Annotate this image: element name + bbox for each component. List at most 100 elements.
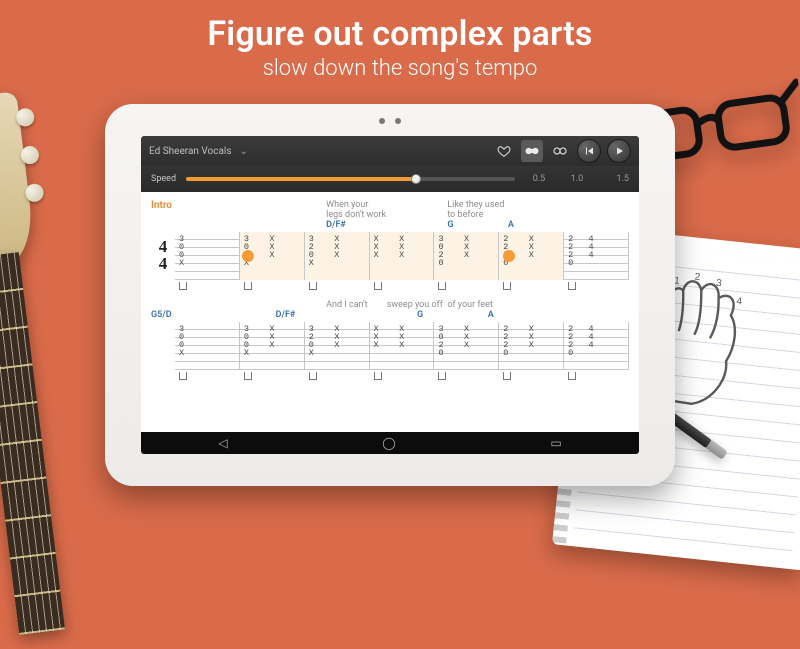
app-screen: Ed Sheeran Vocals ⌄ (141, 136, 639, 454)
chord-label (387, 220, 448, 230)
lyric-text (205, 300, 266, 310)
speed-tick: 0.5 (525, 174, 553, 184)
lyric-text: When your legs don't work (326, 200, 387, 220)
tab-staff-1[interactable]: 4 4 3 0 0 X 3 X 0 X 0 X X3 X 2 X 0 X X X X… (151, 232, 629, 280)
promo-heading: Figure out complex parts slow down the s… (0, 14, 800, 81)
strum-mark (438, 282, 446, 290)
lyric-text (266, 300, 327, 310)
tab-bar[interactable]: 3 0 0 X (175, 322, 240, 370)
tab-bar[interactable]: 3 X 0 X 0 X X (240, 322, 305, 370)
player-toolbar: Ed Sheeran Vocals ⌄ (141, 136, 639, 166)
back-icon[interactable]: ◁ (218, 436, 227, 450)
lyric-text (205, 200, 266, 220)
fret-numbers: 3 X 0 X 2 X 0 (438, 235, 469, 267)
chord-label (558, 310, 629, 320)
speed-tick: 1.5 (601, 174, 629, 184)
rewind-button[interactable] (577, 139, 601, 163)
strum-mark (179, 372, 187, 380)
fret-numbers: 2 X 2 X 2 X 0 (503, 325, 534, 357)
tab-bar[interactable]: 3 X 0 X 0 X X (240, 232, 305, 280)
speed-label: Speed (151, 174, 176, 184)
tab-staff-2[interactable]: 3 0 0 X 3 X 0 X 0 X X 3 X 2 X 0 X X X X X X… (151, 322, 629, 370)
chord-label: A (488, 310, 559, 320)
strum-mark (309, 282, 317, 290)
strum-mark (438, 372, 446, 380)
promo-headline: Figure out complex parts (0, 14, 800, 54)
home-icon[interactable]: ◯ (382, 436, 395, 450)
fret-numbers: 3 0 0 X (179, 235, 184, 267)
play-button[interactable] (607, 139, 631, 163)
fret-numbers: 3 X 0 X 2 X 0 (438, 325, 469, 357)
promo-subhead: slow down the song's tempo (0, 56, 800, 81)
svg-text:2: 2 (694, 272, 701, 284)
speed-control-row: Speed 0.5 1.0 1.5 (141, 166, 639, 192)
tab-bar[interactable]: 2 X 2 X 2 X 0 (499, 322, 564, 370)
tablet-device: Ed Sheeran Vocals ⌄ (105, 104, 675, 486)
lyric-text (387, 200, 448, 220)
lyric-text (508, 300, 569, 310)
loop-button[interactable] (549, 140, 571, 162)
lyric-text: of your feet (447, 300, 508, 310)
playhead-cursor[interactable] (503, 250, 515, 262)
chord-label: D/F# (276, 310, 347, 320)
chord-label (205, 220, 266, 230)
svg-text:3: 3 (716, 278, 723, 290)
fret-numbers: 2 4 2 4 2 4 0 (568, 235, 594, 267)
lyric-text: Like they used to before (447, 200, 508, 220)
chevron-down-icon[interactable]: ⌄ (240, 146, 248, 157)
svg-text:4: 4 (736, 296, 743, 308)
fret-numbers: 3 0 0 X (179, 325, 184, 357)
speed-tick: 1.0 (563, 174, 591, 184)
tab-bar[interactable]: 3 0 0 X (175, 232, 240, 280)
android-nav-bar: ◁ ◯ ▭ (141, 432, 639, 454)
favorite-button[interactable] (493, 140, 515, 162)
speed-slider[interactable] (186, 177, 515, 181)
fret-numbers: X X X X X X (374, 235, 405, 259)
tab-bar[interactable]: X X X X X X (370, 322, 435, 370)
lyric-text (568, 300, 629, 310)
chord-label: A (508, 220, 569, 230)
tablature-area[interactable]: Intro When your legs don't work Like they… (141, 192, 639, 432)
fret-numbers: 3 X 2 X 0 X X (309, 235, 340, 267)
strum-mark (179, 282, 187, 290)
lyric-text: And I can't (326, 300, 387, 310)
tab-bar[interactable]: 2 4 2 4 2 4 0 (564, 322, 629, 370)
fret-numbers: 2 4 2 4 2 4 0 (568, 325, 594, 357)
strum-mark (244, 372, 252, 380)
tab-bar[interactable]: 3 X 0 X 2 X 0 (434, 322, 499, 370)
strum-mark (568, 282, 576, 290)
fret-numbers: 3 X 0 X 0 X X (244, 325, 275, 357)
strum-mark (309, 372, 317, 380)
chord-label (205, 310, 276, 320)
section-label: Intro (151, 200, 205, 220)
strum-mark (503, 282, 511, 290)
strum-mark (568, 372, 576, 380)
chord-label (266, 220, 327, 230)
time-signature: 4 4 (154, 238, 172, 272)
strum-mark (374, 282, 382, 290)
chord-label (346, 310, 417, 320)
tab-bar[interactable]: 3 X 2 X 0 X X (305, 322, 370, 370)
instrument-guitar-icon[interactable] (521, 140, 543, 162)
chord-label: G (447, 220, 508, 230)
strum-mark (244, 282, 252, 290)
tab-bar[interactable]: 3 X 2 X 0 X X (305, 232, 370, 280)
tab-bar[interactable]: 2 4 2 4 2 4 0 (564, 232, 629, 280)
strum-mark (503, 372, 511, 380)
chord-label: G (417, 310, 488, 320)
tab-bar[interactable]: 3 X 0 X 2 X 0 (434, 232, 499, 280)
lyric-text: sweep you off (387, 300, 448, 310)
lyric-text (568, 200, 629, 220)
track-title[interactable]: Ed Sheeran Vocals (149, 146, 232, 157)
strum-mark (374, 372, 382, 380)
fret-numbers: X X X X X X (374, 325, 405, 349)
chord-label: D/F# (326, 220, 387, 230)
playhead-cursor[interactable] (242, 250, 254, 262)
chord-label: G5/D (151, 310, 205, 320)
tab-bar[interactable]: X X X X X X (370, 232, 435, 280)
fret-numbers: 3 X 2 X 0 X X (309, 325, 340, 357)
recent-icon[interactable]: ▭ (550, 436, 561, 450)
tab-bar[interactable]: 2 X 2 X 2 X 0 (499, 232, 564, 280)
chord-label (568, 220, 629, 230)
lyric-text (266, 200, 327, 220)
